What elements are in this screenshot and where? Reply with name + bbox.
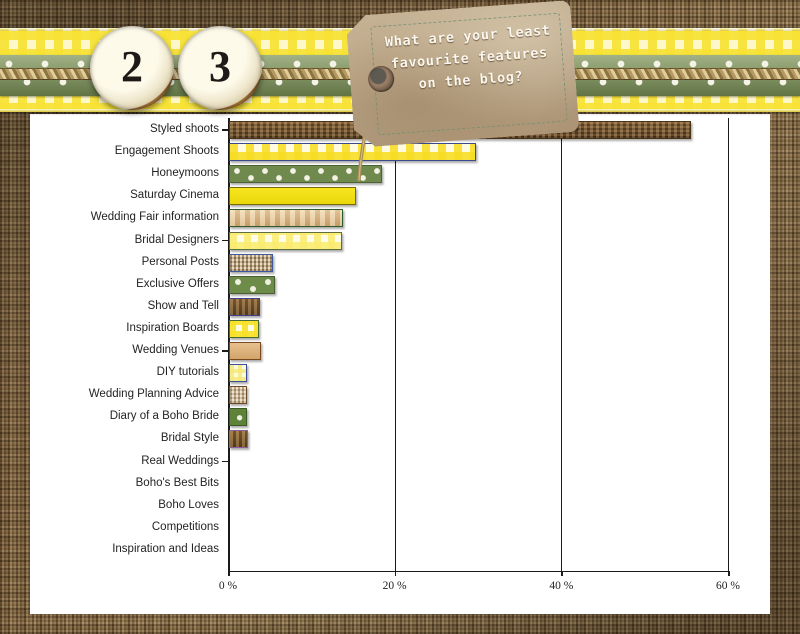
bar	[229, 386, 247, 405]
y-axis-category-label: Real Weddings	[141, 454, 219, 467]
x-axis-line	[228, 570, 730, 573]
y-axis-category-label: Bridal Designers	[134, 233, 219, 246]
y-axis-category-label: Wedding Planning Advice	[88, 388, 219, 401]
y-axis-category-label: DIY tutorials	[156, 366, 219, 379]
y-axis-category-label: Boho Loves	[158, 498, 219, 511]
bar	[229, 408, 247, 427]
x-axis-tick	[228, 570, 230, 576]
y-axis-category-label: Saturday Cinema	[130, 189, 219, 202]
x-gridline	[394, 118, 396, 571]
y-axis-tick	[222, 129, 228, 131]
y-axis-category-label: Wedding Venues	[132, 344, 219, 356]
y-axis-category-label: Engagement Shoots	[114, 145, 219, 158]
y-axis-category-label: Bridal Style	[160, 432, 219, 445]
x-axis-tick	[561, 570, 563, 576]
bar	[229, 209, 343, 228]
bar	[229, 319, 260, 338]
x-axis-tick-label: 20 %	[382, 579, 407, 592]
y-axis-category-label: Competitions	[151, 520, 219, 533]
survey-question: What are your least favourite features o…	[384, 22, 552, 93]
y-axis-category-label: Wedding Fair information	[90, 211, 219, 224]
y-axis-category-label: Inspiration and Ideas	[112, 542, 219, 555]
y-axis-category-label: Diary of a Boho Bride	[109, 410, 219, 423]
y-axis-category-label: Exclusive Offers	[136, 277, 219, 290]
y-axis-tick	[222, 350, 228, 352]
x-axis-tick	[728, 570, 730, 576]
bar	[229, 364, 247, 383]
y-axis-category-label: Personal Posts	[141, 255, 219, 268]
y-axis-category-label: Inspiration Boards	[126, 321, 219, 334]
x-axis-tick-label: 40 %	[549, 579, 574, 592]
bar	[229, 143, 476, 162]
badge-number-2: 2	[90, 26, 174, 110]
bar	[229, 275, 276, 294]
hang-tag: What are your least favourite features o…	[345, 0, 579, 148]
bar	[229, 297, 261, 316]
bar	[229, 165, 382, 184]
bar	[229, 187, 356, 206]
bar	[229, 231, 342, 250]
x-axis-tick	[394, 570, 397, 576]
bar	[229, 430, 248, 449]
bar	[229, 342, 261, 360]
x-gridline	[561, 118, 563, 571]
bar-chart: 0 % 20 % 40 % 60 % Styled shoots Engagement S…	[30, 114, 770, 614]
x-axis-tick-label: 0 %	[218, 579, 238, 592]
y-axis-tick	[222, 460, 228, 462]
screenshot-root: 0 % 20 % 40 % 60 % Styled shoots Engagement S…	[0, 0, 800, 634]
badge-3-label: 3	[209, 42, 231, 91]
badge-number-3: 3	[178, 26, 262, 110]
x-axis-tick-label: 60 %	[716, 579, 740, 592]
bar	[229, 253, 273, 272]
y-axis-category-label: Honeymoons	[151, 167, 219, 180]
x-gridline	[728, 118, 729, 571]
y-axis-category-label: Boho's Best Bits	[135, 476, 219, 489]
y-axis-tick	[222, 239, 228, 241]
badge-2-label: 2	[121, 42, 143, 91]
y-axis-category-label: Styled shoots	[149, 123, 219, 135]
y-axis-category-label: Show and Tell	[147, 299, 219, 312]
